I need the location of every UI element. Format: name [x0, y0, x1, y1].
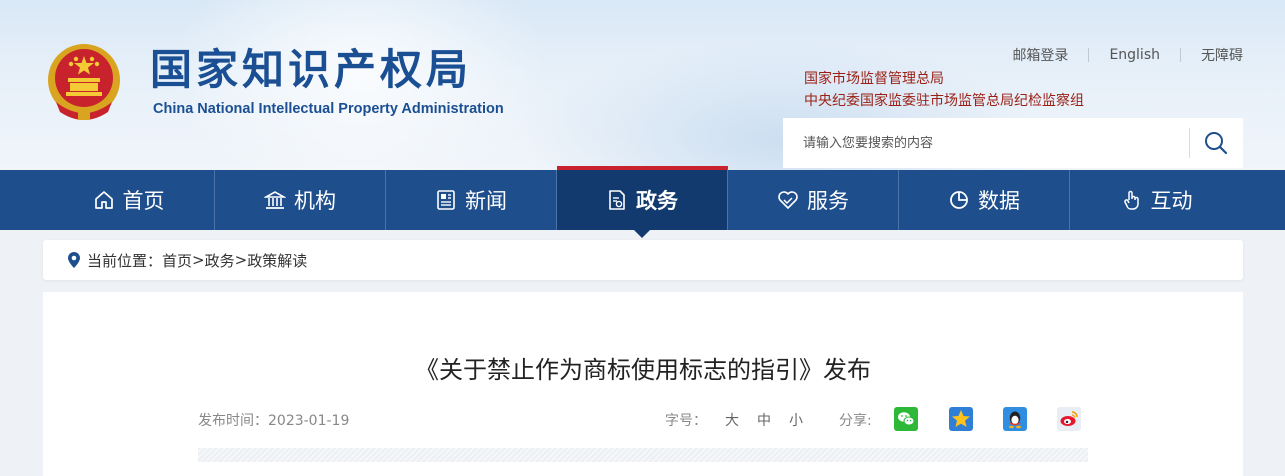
- font-size-medium[interactable]: 中: [757, 410, 771, 430]
- nav-item-service[interactable]: 服务: [728, 170, 899, 230]
- nav-item-government-affairs[interactable]: 政务: [557, 166, 728, 238]
- nav-item-home[interactable]: 首页: [43, 170, 215, 230]
- search-divider: [1189, 128, 1190, 158]
- nav-item-institution[interactable]: 机构: [215, 170, 386, 230]
- nav-label: 政务: [636, 189, 678, 213]
- search-input[interactable]: [783, 118, 1183, 168]
- publish-time: 发布时间：2023-01-19: [198, 413, 350, 429]
- share-label: 分享:: [839, 413, 872, 429]
- nav-label: 互动: [1150, 189, 1193, 213]
- nav-label: 服务: [807, 189, 849, 213]
- top-links: 邮箱登录 English 无障碍: [1012, 45, 1243, 65]
- top-link-divider: [1180, 48, 1181, 62]
- font-size-controls: 字号： 大 中 小: [665, 410, 803, 430]
- nav-label: 新闻: [465, 189, 507, 213]
- nav-label: 机构: [294, 189, 336, 213]
- top-link-divider: [1088, 48, 1090, 62]
- font-size-label: 字号：: [665, 413, 707, 429]
- breadcrumb-prefix: 当前位置：: [87, 251, 163, 270]
- font-size-large[interactable]: 大: [725, 410, 739, 430]
- font-size-small[interactable]: 小: [789, 410, 803, 430]
- breadcrumb-government-affairs[interactable]: 政务: [205, 250, 235, 271]
- news-icon: [437, 190, 455, 210]
- government-affairs-icon: [609, 190, 625, 210]
- site-header: 国家知识产权局 China National Intellectual Prop…: [0, 0, 1285, 170]
- mail-login-link[interactable]: 邮箱登录: [1012, 45, 1068, 65]
- site-logo-chinese[interactable]: 国家知识产权局: [150, 44, 472, 96]
- nav-item-news[interactable]: 新闻: [386, 170, 557, 230]
- breadcrumb: 当前位置： 首页 > 政务 > 政策解读: [43, 240, 1243, 280]
- article-panel: 《关于禁止作为商标使用标志的指引》发布 发布时间：2023-01-19 字号： …: [43, 292, 1243, 476]
- breadcrumb-home[interactable]: 首页: [162, 250, 192, 271]
- accessibility-link[interactable]: 无障碍: [1201, 45, 1243, 65]
- breadcrumb-separator: >: [192, 251, 205, 269]
- weibo-icon[interactable]: [1057, 407, 1081, 431]
- nav-item-data[interactable]: 数据: [899, 170, 1070, 230]
- english-link[interactable]: English: [1109, 47, 1160, 63]
- search-box: [783, 118, 1243, 168]
- qzone-icon[interactable]: [949, 407, 973, 431]
- wechat-icon[interactable]: [894, 407, 918, 431]
- breadcrumb-separator: >: [234, 251, 248, 269]
- main-nav: 首页 机构 新闻 政务 服务 数据 互动: [0, 166, 1285, 238]
- article-title: 《关于禁止作为商标使用标志的指引》发布: [415, 356, 871, 384]
- discipline-inspection-link[interactable]: 中央纪委国家监委驻市场监管总局纪检监察组: [804, 90, 1084, 110]
- samr-link[interactable]: 国家市场监督管理总局: [804, 68, 944, 88]
- article-divider: [198, 448, 1088, 462]
- service-icon: [778, 191, 798, 209]
- home-icon: [94, 191, 113, 209]
- nav-label: 首页: [122, 189, 165, 213]
- interaction-icon: [1123, 190, 1139, 210]
- breadcrumb-policy-interpretation[interactable]: 政策解读: [247, 250, 307, 271]
- institution-icon: [264, 191, 286, 209]
- nav-label: 数据: [978, 189, 1020, 213]
- qq-icon[interactable]: [1003, 407, 1027, 431]
- nav-item-interaction[interactable]: 互动: [1070, 170, 1243, 230]
- site-logo-english[interactable]: China National Intellectual Property Adm…: [153, 101, 504, 117]
- search-icon[interactable]: [1197, 124, 1235, 162]
- location-pin-icon: [68, 252, 80, 268]
- national-emblem-icon: [48, 44, 120, 120]
- data-icon: [950, 191, 968, 209]
